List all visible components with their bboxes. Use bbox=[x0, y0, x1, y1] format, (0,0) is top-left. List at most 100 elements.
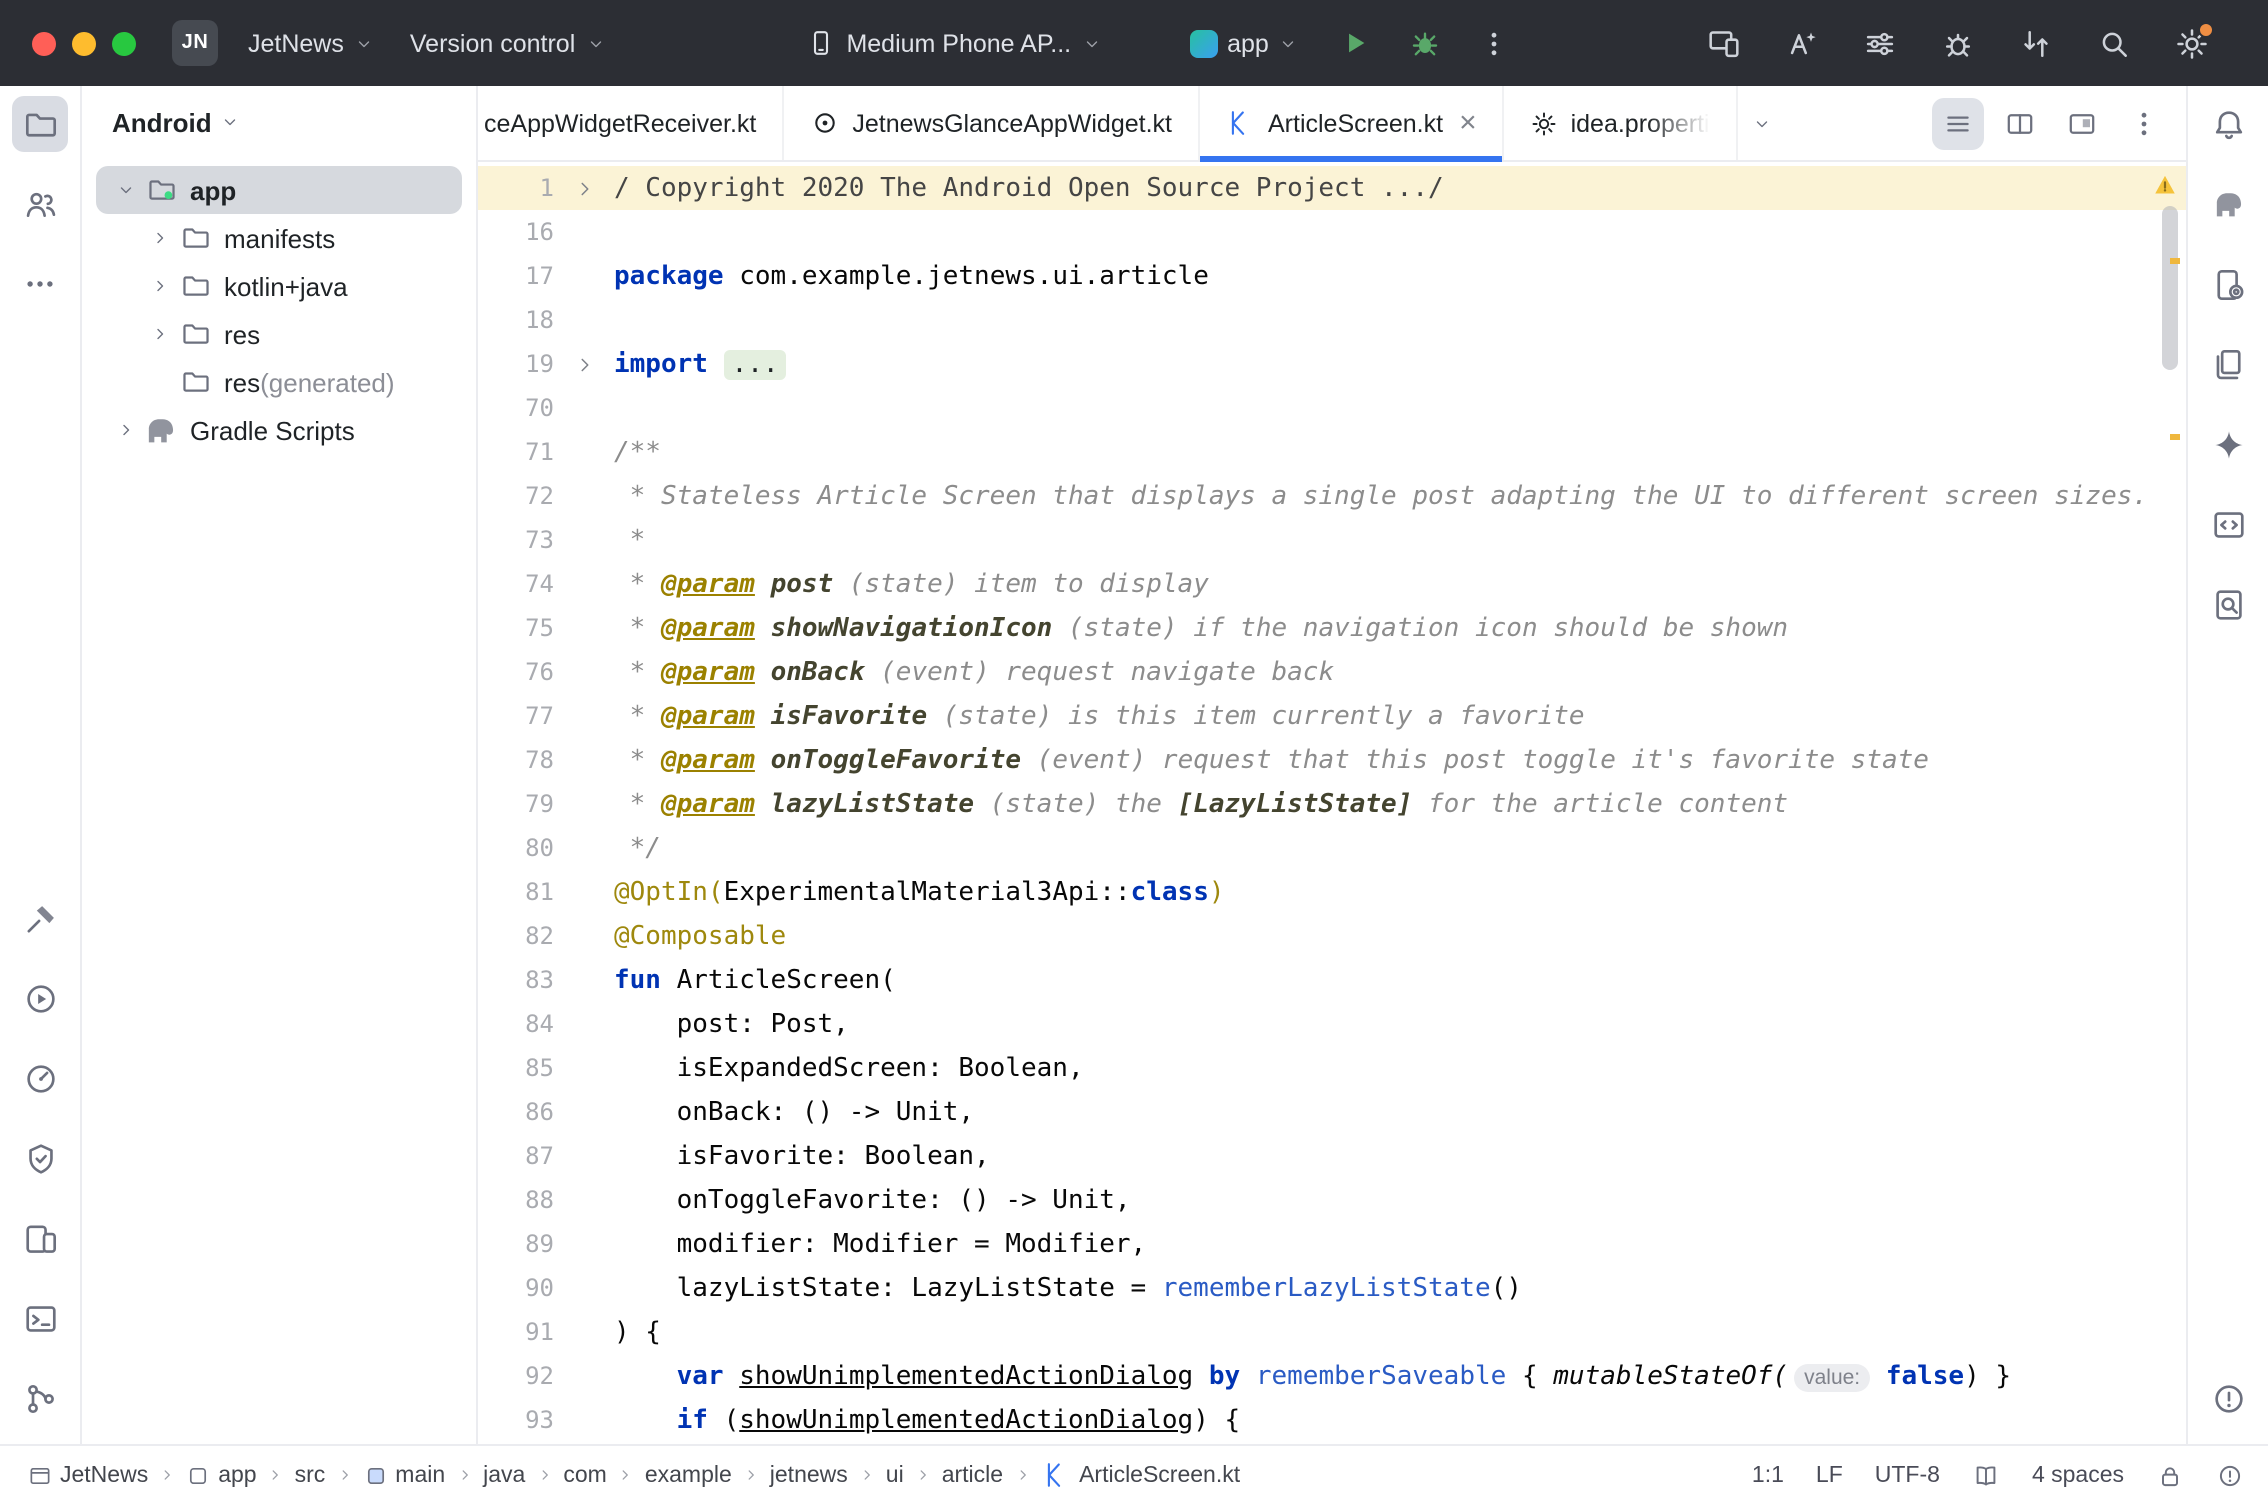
line-number[interactable]: 78 bbox=[478, 746, 554, 774]
code-line-86[interactable]: 86 onBack: () -> Unit, bbox=[478, 1090, 2186, 1134]
code-line-79[interactable]: 79 * @param lazyListState (state) the [L… bbox=[478, 782, 2186, 826]
settings-button[interactable] bbox=[2160, 15, 2224, 71]
run-button[interactable] bbox=[12, 970, 68, 1026]
code-line-83[interactable]: 83fun ArticleScreen( bbox=[478, 958, 2186, 1002]
code-line-71[interactable]: 71/** bbox=[478, 430, 2186, 474]
code-line-73[interactable]: 73 * bbox=[478, 518, 2186, 562]
line-number[interactable]: 93 bbox=[478, 1406, 554, 1434]
tab-jetnewsglanceappwidget-kt[interactable]: JetnewsGlanceAppWidget.kt bbox=[784, 86, 1200, 160]
run-button[interactable] bbox=[1323, 15, 1387, 71]
problems-indicator-icon[interactable] bbox=[2216, 1461, 2244, 1489]
hidden-tabs-chevron[interactable] bbox=[1738, 86, 1786, 160]
code-line-16[interactable]: 16 bbox=[478, 210, 2186, 254]
debug-button[interactable] bbox=[1393, 15, 1457, 71]
breadcrumb-item-article[interactable]: article bbox=[942, 1463, 1003, 1487]
line-number[interactable]: 86 bbox=[478, 1098, 554, 1126]
chevron-down-icon[interactable] bbox=[110, 180, 142, 200]
build-hammer-button[interactable] bbox=[12, 890, 68, 946]
device-manager-phone-button[interactable] bbox=[2200, 256, 2256, 312]
line-number[interactable]: 89 bbox=[478, 1230, 554, 1258]
line-number[interactable]: 75 bbox=[478, 614, 554, 642]
problems-button[interactable] bbox=[2200, 1370, 2256, 1426]
line-number[interactable]: 80 bbox=[478, 834, 554, 862]
breadcrumb-item-jetnews[interactable]: jetnews bbox=[770, 1463, 848, 1487]
project-folder-button[interactable] bbox=[12, 96, 68, 152]
running-devices-button[interactable] bbox=[2200, 496, 2256, 552]
line-number[interactable]: 85 bbox=[478, 1054, 554, 1082]
code-line-76[interactable]: 76 * @param onBack (event) request navig… bbox=[478, 650, 2186, 694]
line-number[interactable]: 91 bbox=[478, 1318, 554, 1346]
tree-item-res-generated[interactable]: res (generated) bbox=[96, 358, 462, 406]
code-line-92[interactable]: 92 var showUnimplementedActionDialog by … bbox=[478, 1354, 2186, 1398]
breadcrumb-item-main[interactable]: main bbox=[363, 1463, 445, 1487]
code-line-88[interactable]: 88 onToggleFavorite: () -> Unit, bbox=[478, 1178, 2186, 1222]
inspection-warning-icon[interactable] bbox=[2152, 172, 2178, 198]
reader-mode-icon[interactable] bbox=[1972, 1461, 2000, 1489]
code-line-84[interactable]: 84 post: Post, bbox=[478, 1002, 2186, 1046]
line-number[interactable]: 72 bbox=[478, 482, 554, 510]
find-in-file-button[interactable] bbox=[2200, 576, 2256, 632]
device-selector[interactable]: Medium Phone AP... bbox=[788, 18, 1119, 68]
editor-more-options-button[interactable] bbox=[2118, 97, 2170, 149]
breadcrumb-item-src[interactable]: src bbox=[295, 1463, 326, 1487]
code-line-74[interactable]: 74 * @param post (state) item to display bbox=[478, 562, 2186, 606]
tree-item-manifests[interactable]: manifests bbox=[96, 214, 462, 262]
code-line-87[interactable]: 87 isFavorite: Boolean, bbox=[478, 1134, 2186, 1178]
tab-idea-properti[interactable]: idea.properti bbox=[1505, 86, 1738, 160]
chevron-right-icon[interactable] bbox=[144, 324, 176, 344]
code-line-81[interactable]: 81@OptIn(ExperimentalMaterial3Api::class… bbox=[478, 870, 2186, 914]
line-number[interactable]: 84 bbox=[478, 1010, 554, 1038]
lock-icon[interactable] bbox=[2156, 1461, 2184, 1489]
breadcrumb-item-ui[interactable]: ui bbox=[886, 1463, 904, 1487]
line-number[interactable]: 19 bbox=[478, 350, 554, 378]
warning-stripe-mark[interactable] bbox=[2170, 434, 2180, 440]
run-configuration-selector[interactable]: app bbox=[1171, 19, 1317, 67]
device-manager-button[interactable] bbox=[12, 1210, 68, 1266]
line-number[interactable]: 17 bbox=[478, 262, 554, 290]
caret-position[interactable]: 1:1 bbox=[1752, 1463, 1784, 1487]
chevron-right-icon[interactable] bbox=[110, 420, 142, 440]
line-number[interactable]: 77 bbox=[478, 702, 554, 730]
code-line-91[interactable]: 91) { bbox=[478, 1310, 2186, 1354]
sync-project-button[interactable] bbox=[2004, 15, 2068, 71]
line-number[interactable]: 1 bbox=[478, 174, 554, 202]
line-number[interactable]: 71 bbox=[478, 438, 554, 466]
fullscreen-window-button[interactable] bbox=[112, 31, 136, 55]
tab-ceappwidgetreceiver-kt[interactable]: ceAppWidgetReceiver.kt bbox=[478, 86, 784, 160]
code-line-18[interactable]: 18 bbox=[478, 298, 2186, 342]
indent-setting[interactable]: 4 spaces bbox=[2032, 1463, 2124, 1487]
split-editor-button[interactable] bbox=[1994, 97, 2046, 149]
line-number[interactable]: 87 bbox=[478, 1142, 554, 1170]
line-number[interactable]: 83 bbox=[478, 966, 554, 994]
line-number[interactable]: 76 bbox=[478, 658, 554, 686]
tree-item-kotlin-java[interactable]: kotlin+java bbox=[96, 262, 462, 310]
filter-settings-button[interactable] bbox=[1848, 15, 1912, 71]
fold-arrow-icon[interactable] bbox=[554, 353, 614, 375]
line-number[interactable]: 73 bbox=[478, 526, 554, 554]
code-line-85[interactable]: 85 isExpandedScreen: Boolean, bbox=[478, 1046, 2186, 1090]
code-line-17[interactable]: 17package com.example.jetnews.ui.article bbox=[478, 254, 2186, 298]
tree-item-app[interactable]: app bbox=[96, 166, 462, 214]
line-number[interactable]: 18 bbox=[478, 306, 554, 334]
close-tab-icon[interactable]: × bbox=[1459, 108, 1477, 138]
line-separator[interactable]: LF bbox=[1816, 1463, 1843, 1487]
chevron-right-icon[interactable] bbox=[144, 228, 176, 248]
code-line-19[interactable]: 19import ... bbox=[478, 342, 2186, 386]
device-explorer-button[interactable] bbox=[2200, 336, 2256, 392]
code-line-77[interactable]: 77 * @param isFavorite (state) is this i… bbox=[478, 694, 2186, 738]
fold-arrow-icon[interactable] bbox=[554, 177, 614, 199]
search-button[interactable] bbox=[2082, 15, 2146, 71]
app-insights-button[interactable] bbox=[12, 1130, 68, 1186]
line-number[interactable]: 16 bbox=[478, 218, 554, 246]
file-encoding[interactable]: UTF-8 bbox=[1875, 1463, 1940, 1487]
line-number[interactable]: 88 bbox=[478, 1186, 554, 1214]
code-line-82[interactable]: 82@Composable bbox=[478, 914, 2186, 958]
tree-item-res[interactable]: res bbox=[96, 310, 462, 358]
line-number[interactable]: 90 bbox=[478, 1274, 554, 1302]
gemini-ai-button[interactable] bbox=[2200, 416, 2256, 472]
code-line-90[interactable]: 90 lazyListState: LazyListState = rememb… bbox=[478, 1266, 2186, 1310]
code-editor[interactable]: 1/ Copyright 2020 The Android Open Sourc… bbox=[478, 162, 2186, 1444]
close-window-button[interactable] bbox=[32, 31, 56, 55]
tab-list-button[interactable] bbox=[1932, 97, 1984, 149]
line-number[interactable]: 81 bbox=[478, 878, 554, 906]
